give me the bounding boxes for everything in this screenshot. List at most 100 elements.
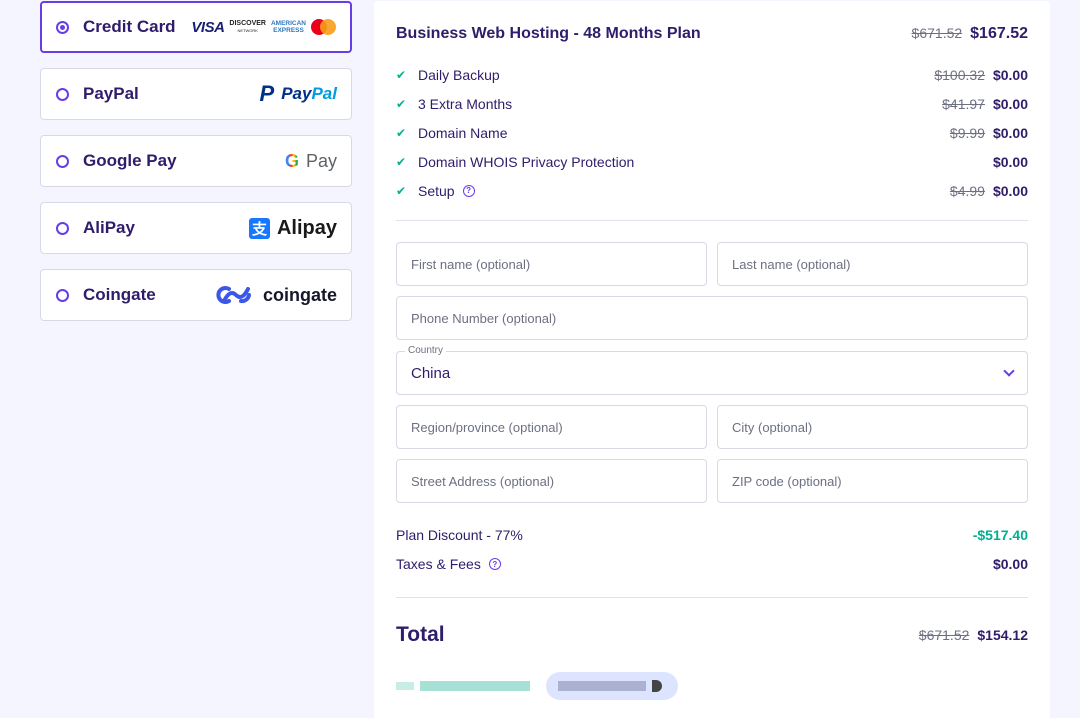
region-input[interactable]: [411, 419, 692, 435]
feature-item: ✔ Domain Name $9.99 $0.00: [396, 118, 1028, 147]
street-input[interactable]: [411, 473, 692, 489]
help-icon[interactable]: ?: [462, 184, 475, 197]
first-name-input[interactable]: [411, 256, 692, 272]
plan-discount-value: -$517.40: [972, 527, 1028, 543]
payment-method-list: Credit Card VISA DISCOVER NETWORK AMERIC…: [40, 1, 352, 336]
feature-price: $41.97 $0.00: [942, 96, 1028, 112]
feature-price: $9.99 $0.00: [950, 125, 1028, 141]
radio-icon[interactable]: [56, 221, 69, 235]
feature-name: Domain Name: [418, 124, 508, 141]
google-g-icon: G: [284, 150, 299, 171]
street-field[interactable]: [396, 459, 707, 503]
plan-price: $671.52 $167.52: [912, 25, 1028, 43]
total-price: $671.52 $154.12: [919, 627, 1028, 643]
payment-option-label: Credit Card: [83, 17, 176, 36]
paypal-wordmark: PayPal: [281, 84, 337, 104]
check-icon: ✔: [396, 154, 407, 169]
feature-item: ✔ 3 Extra Months $41.97 $0.00: [396, 89, 1028, 118]
taxes-row: Taxes & Fees ? $0.00: [396, 553, 1028, 575]
feature-new-price: $0.00: [992, 95, 1028, 112]
last-name-field[interactable]: [717, 242, 1028, 286]
country-label: Country: [405, 345, 447, 356]
feature-new-price: $0.00: [992, 182, 1028, 199]
feature-name: Setup: [418, 182, 455, 199]
feature-name: 3 Extra Months: [418, 95, 513, 112]
plan-discount-row: Plan Discount - 77% -$517.40: [396, 524, 1028, 546]
payment-option-google-pay[interactable]: Google Pay G Pay: [40, 135, 352, 187]
feature-item: ✔ Setup ? $4.99 $0.00: [396, 176, 1028, 205]
coingate-icon: [216, 286, 251, 304]
redacted-pill: [546, 672, 678, 700]
check-icon: ✔: [396, 96, 407, 111]
amex-logo-line1: AMERICAN: [270, 20, 306, 27]
mastercard-orange-circle: [320, 19, 336, 35]
total-old-price: $671.52: [918, 627, 970, 643]
phone-field[interactable]: [396, 296, 1028, 340]
redacted-icon: [652, 680, 662, 692]
divider: [396, 597, 1028, 598]
city-field[interactable]: [717, 405, 1028, 449]
feature-price: $100.32 $0.00: [934, 67, 1028, 83]
first-name-field[interactable]: [396, 242, 707, 286]
phone-input[interactable]: [411, 310, 1013, 326]
paypal-wordmark-pal: Pal: [311, 84, 337, 103]
feature-old-price: $4.99: [949, 182, 985, 199]
order-summary-card: Business Web Hosting - 48 Months Plan $6…: [374, 1, 1050, 718]
paypal-mark-icon: P: [259, 81, 275, 106]
feature-new-price: $0.00: [992, 66, 1028, 83]
plan-discount-label: Plan Discount - 77%: [396, 527, 523, 543]
payment-option-coingate[interactable]: Coingate coingate: [40, 269, 352, 321]
feature-price: $0.00: [993, 154, 1028, 170]
taxes-label: Taxes & Fees: [396, 556, 481, 572]
help-icon[interactable]: ?: [488, 558, 501, 570]
feature-old-price: $41.97: [942, 95, 985, 112]
check-icon: ✔: [396, 183, 407, 198]
plan-new-price: $167.52: [970, 25, 1028, 42]
radio-icon[interactable]: [56, 87, 69, 101]
check-icon: ✔: [396, 125, 407, 140]
payment-option-label: AliPay: [83, 218, 135, 237]
alipay-wordmark: Alipay: [276, 216, 337, 239]
feature-price: $4.99 $0.00: [950, 183, 1028, 199]
zip-input[interactable]: [732, 473, 1013, 489]
radio-icon[interactable]: [56, 154, 69, 168]
amex-logo-line2: EXPRESS: [273, 27, 304, 34]
redacted-block: [558, 681, 646, 691]
redacted-content: [396, 671, 1028, 701]
payment-option-credit-card[interactable]: Credit Card VISA DISCOVER NETWORK AMERIC…: [40, 1, 352, 53]
discover-logo-text: DISCOVER: [229, 20, 266, 27]
taxes-value: $0.00: [992, 556, 1028, 572]
total-label: Total: [396, 623, 445, 646]
total-row: Total $671.52 $154.12: [396, 621, 1028, 649]
payment-option-alipay[interactable]: AliPay 支 Alipay: [40, 202, 352, 254]
feature-list: ✔ Daily Backup $100.32 $0.00 ✔ 3 Extra M…: [396, 60, 1028, 205]
payment-option-paypal[interactable]: PayPal P PayPal: [40, 68, 352, 120]
plan-row: Business Web Hosting - 48 Months Plan $6…: [396, 23, 1028, 45]
chevron-down-icon[interactable]: [1003, 364, 1015, 377]
alipay-logo: 支 Alipay: [248, 216, 337, 240]
feature-new-price: $0.00: [992, 124, 1028, 141]
payment-option-label: Google Pay: [83, 151, 177, 170]
paypal-wordmark-pay: Pay: [281, 84, 312, 103]
amex-logo: AMERICAN EXPRESS: [271, 20, 306, 34]
payment-option-label: Coingate: [83, 285, 156, 304]
country-select[interactable]: Country China: [396, 345, 1028, 395]
plan-old-price: $671.52: [911, 25, 963, 41]
redacted-block: [396, 682, 414, 690]
radio-selected-icon[interactable]: [56, 20, 69, 34]
region-field[interactable]: [396, 405, 707, 449]
zip-field[interactable]: [717, 459, 1028, 503]
radio-icon[interactable]: [56, 288, 69, 302]
total-new-price: $154.12: [977, 627, 1028, 643]
mastercard-logo: [311, 19, 336, 35]
last-name-input[interactable]: [732, 256, 1013, 272]
country-value: China: [411, 364, 451, 382]
city-input[interactable]: [732, 419, 1013, 435]
feature-old-price: $9.99: [949, 124, 985, 141]
discover-logo: DISCOVER NETWORK: [229, 20, 266, 34]
redacted-block: [420, 681, 530, 691]
coingate-logo: coingate: [216, 285, 337, 306]
feature-old-price: $100.32: [934, 66, 985, 83]
discover-logo-subtext: NETWORK: [237, 28, 258, 33]
card-logos: VISA DISCOVER NETWORK AMERICAN EXPRESS: [191, 19, 336, 36]
